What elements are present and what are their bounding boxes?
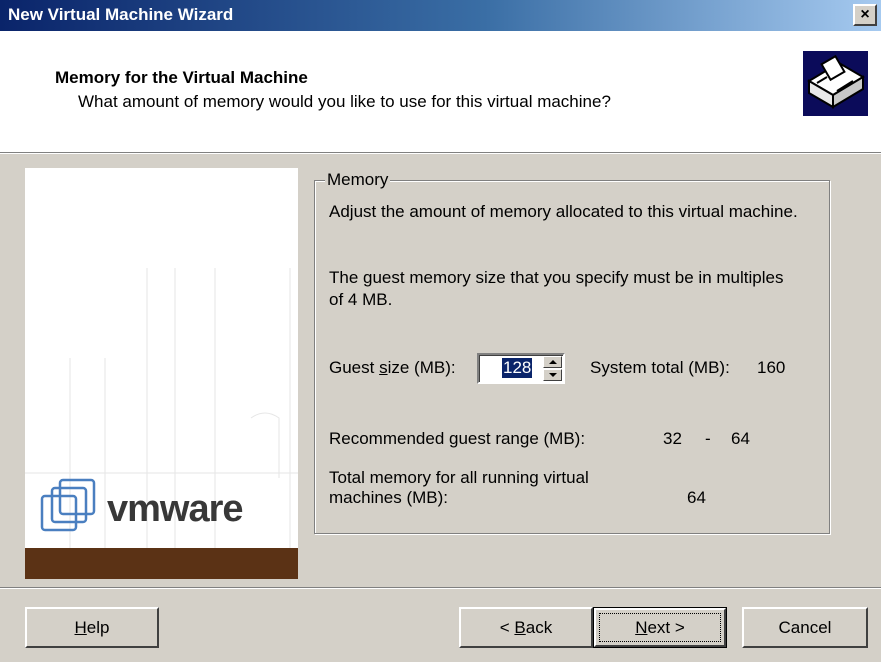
spin-up-button[interactable] (543, 356, 562, 368)
memory-description: Adjust the amount of memory allocated to… (329, 202, 798, 221)
memory-multiple-note: The guest memory size that you specify m… (329, 268, 784, 309)
system-total-value: 160 (757, 358, 786, 377)
close-button[interactable]: × (853, 4, 877, 26)
vmware-wordmark: vmware (107, 488, 244, 530)
cancel-button[interactable]: Cancel (742, 607, 868, 648)
system-total-label: System total (MB): (590, 358, 730, 377)
vmware-banner: vmware (25, 168, 298, 579)
close-icon: × (860, 6, 870, 23)
guest-size-input[interactable]: 128 (502, 358, 533, 378)
total-running-label: Total memory for all running virtual mac… (329, 468, 589, 507)
guest-size-label: Guest size (MB): (329, 358, 456, 377)
total-running-value: 64 (687, 488, 706, 507)
footer-divider (0, 587, 881, 589)
help-button[interactable]: Help (25, 607, 159, 648)
wizard-header: Memory for the Virtual Machine What amou… (0, 31, 881, 152)
back-button[interactable]: < Back (459, 607, 593, 648)
page-title: Memory for the Virtual Machine (55, 68, 308, 87)
recommended-max: 64 (731, 429, 750, 448)
header-divider (0, 152, 881, 154)
title-bar: New Virtual Machine Wizard × (0, 0, 881, 31)
page-subtitle: What amount of memory would you like to … (78, 92, 611, 111)
recommended-separator: - (705, 429, 711, 448)
recommended-min: 32 (663, 429, 682, 448)
groupbox-label: Memory (325, 170, 391, 190)
recommended-range-label: Recommended guest range (MB): (329, 429, 586, 448)
memory-card-icon (803, 51, 868, 116)
brand-bar (25, 548, 298, 579)
next-button[interactable]: Next > (593, 607, 727, 648)
window-title: New Virtual Machine Wizard (8, 5, 234, 24)
spin-down-button[interactable] (543, 369, 562, 381)
guest-size-spinner[interactable]: 128 (477, 353, 565, 384)
memory-groupbox: Memory Adjust the amount of memory alloc… (314, 170, 830, 534)
